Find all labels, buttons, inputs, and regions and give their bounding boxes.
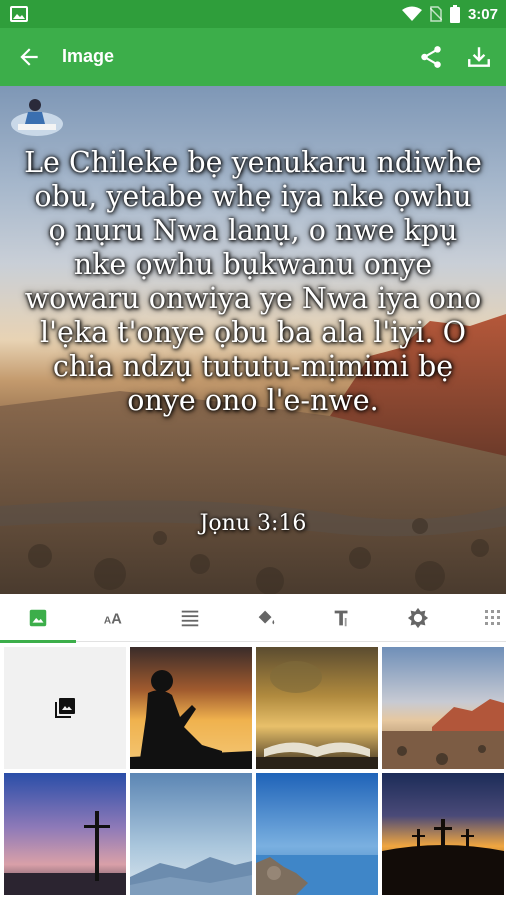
image-icon (29, 609, 47, 627)
gallery-picker[interactable] (4, 647, 126, 769)
three-crosses-image[interactable] (382, 773, 504, 895)
pattern-tab[interactable] (456, 594, 506, 642)
paint-bucket-icon (258, 610, 275, 625)
image-tab[interactable] (0, 594, 76, 643)
settings-tab[interactable] (380, 594, 456, 642)
photo-library-icon (55, 698, 75, 718)
clock: 3:07 (467, 5, 498, 23)
color-tab[interactable] (228, 594, 304, 642)
desert-mountains-image[interactable] (382, 647, 504, 769)
no-sim-icon (429, 6, 442, 22)
verse-text: Le Chileke bẹ yenukaru ndiwhe obu, yetab… (24, 146, 482, 417)
image-icon (10, 6, 28, 22)
align-tab[interactable] (152, 594, 228, 642)
battery-icon (449, 5, 460, 23)
status-bar: 3:07 (0, 0, 506, 28)
arrow-back-icon[interactable] (16, 44, 42, 70)
font-size-icon: A A (104, 612, 122, 628)
font-tab[interactable]: A A (76, 594, 152, 642)
cross-sunset-image[interactable] (4, 773, 126, 895)
svg-text:A: A (111, 612, 122, 628)
editor-tabs: A A (0, 594, 506, 643)
text-align-icon (181, 610, 199, 627)
wifi-icon (401, 6, 422, 21)
brightness-icon (407, 607, 429, 629)
download-icon[interactable] (466, 44, 492, 70)
blue-mountains-image[interactable] (130, 773, 252, 895)
app-logo (11, 99, 63, 136)
verse-preview[interactable]: Le Chileke bẹ yenukaru ndiwhe obu, yetab… (0, 86, 506, 594)
page-title: Image (62, 46, 115, 66)
text-style-tab[interactable] (304, 594, 380, 642)
text-format-icon (334, 610, 348, 627)
app-bar: Image (0, 28, 506, 86)
pattern-icon (485, 610, 500, 625)
verse-reference: Jọnu 3:16 (199, 511, 307, 536)
background-image-grid (0, 643, 506, 900)
reading-silhouette-image[interactable] (130, 647, 252, 769)
lake-rocks-image[interactable] (256, 773, 378, 895)
open-bible-image[interactable] (256, 647, 378, 769)
share-icon[interactable] (418, 44, 444, 70)
